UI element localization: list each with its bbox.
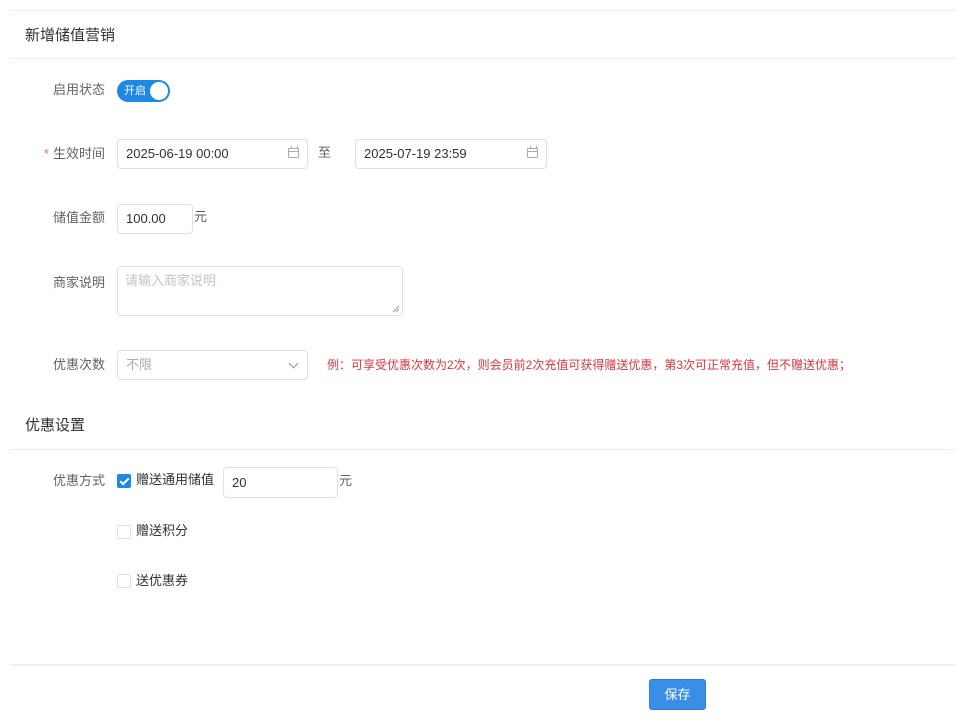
status-switch[interactable]: 开启 [117, 80, 170, 102]
merchant-note-placeholder: 请输入商家说明 [125, 273, 217, 288]
gift-stored-value-amount: 20 [232, 475, 247, 490]
amount-label: 储值金额 [52, 210, 105, 225]
status-label: 启用状态 [52, 82, 105, 97]
discount-times-hint: 例：可享受优惠次数为2次，则会员前2次充值可获得赠送优惠，第3次可正常充值，但不… [327, 358, 852, 372]
gift-points-checkbox[interactable] [117, 525, 131, 539]
footer-divider [10, 664, 956, 666]
discount-times-label: 优惠次数 [52, 357, 105, 372]
amount-unit: 元 [194, 209, 208, 224]
coupon-label[interactable]: 送优惠券 [136, 573, 188, 589]
discount-section-title: 优惠设置 [25, 417, 86, 434]
page-title: 新增储值营销 [25, 27, 116, 44]
save-button[interactable]: 保存 [649, 679, 706, 710]
gift-stored-value-label[interactable]: 赠送通用储值 [136, 472, 214, 488]
switch-knob [150, 82, 168, 100]
gift-stored-value-input[interactable]: 20 [223, 467, 338, 498]
top-divider [10, 10, 956, 11]
calendar-icon [288, 146, 299, 158]
start-date-value: 2025-06-19 00:00 [126, 146, 229, 161]
page: 新增储值营销 启用状态 开启 * 生效时间 2025-06-19 00:00 至 … [0, 0, 965, 725]
chevron-down-icon [288, 358, 299, 369]
resize-handle-icon[interactable] [392, 305, 400, 313]
calendar-icon [527, 146, 538, 158]
start-date-input[interactable]: 2025-06-19 00:00 [117, 139, 308, 169]
required-mark: * [43, 146, 49, 161]
coupon-checkbox[interactable] [117, 574, 131, 588]
end-date-input[interactable]: 2025-07-19 23:59 [355, 139, 547, 169]
gift-points-label[interactable]: 赠送积分 [136, 523, 188, 539]
merchant-note-textarea[interactable]: 请输入商家说明 [117, 266, 403, 316]
section-divider [10, 449, 956, 450]
header-divider [10, 58, 956, 59]
effective-time-label-text: 生效时间 [52, 146, 105, 161]
amount-input[interactable]: 100.00 [117, 204, 193, 234]
status-switch-text: 开启 [124, 85, 146, 97]
effective-time-label: * 生效时间 [10, 144, 105, 164]
discount-times-select[interactable]: 不限 [117, 350, 308, 380]
gift-stored-value-checkbox[interactable] [117, 474, 131, 488]
amount-value: 100.00 [126, 211, 166, 226]
discount-method-label: 优惠方式 [52, 473, 105, 488]
end-date-value: 2025-07-19 23:59 [364, 146, 467, 161]
discount-times-value: 不限 [126, 357, 153, 372]
gift-stored-value-unit: 元 [339, 473, 353, 488]
merchant-note-label: 商家说明 [52, 275, 105, 290]
date-separator: 至 [318, 145, 332, 160]
